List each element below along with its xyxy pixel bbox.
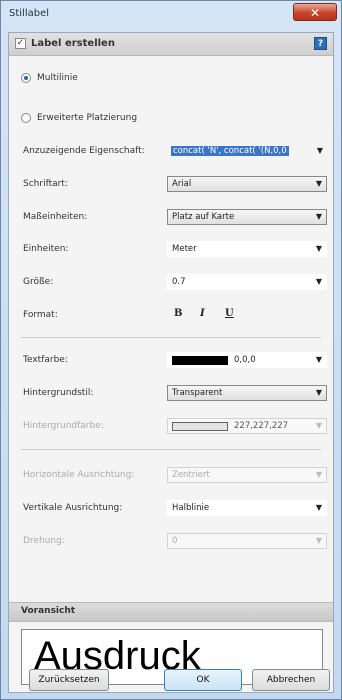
h-align-label: Horizontale Ausrichtung: — [23, 470, 135, 480]
radio-multiline-label[interactable]: Multilinie — [37, 73, 78, 83]
text-color-swatch — [172, 356, 228, 365]
chevron-down-icon: ▼ — [315, 503, 322, 512]
italic-button[interactable]: I — [200, 308, 205, 319]
font-select[interactable]: Arial ▼ — [167, 176, 327, 192]
property-value: concat( 'N', concat( '(N,0,0 — [171, 146, 289, 156]
bg-style-label: Hintergrundstil: — [23, 388, 94, 398]
divider — [21, 337, 321, 338]
bold-button[interactable]: B — [174, 308, 182, 319]
rotation-value: 0 — [172, 536, 178, 546]
chevron-down-icon: ▼ — [315, 212, 322, 221]
ok-button[interactable]: OK — [164, 669, 242, 691]
h-align-select[interactable]: Zentriert ▼ — [167, 467, 327, 483]
text-color-select[interactable]: 0,0,0 ▼ — [167, 352, 327, 368]
dialog-window: Stillabel ✕ ✓ Label erstellen ? Multilin… — [0, 0, 342, 700]
bg-style-value: Transparent — [172, 388, 223, 398]
bg-color-label: Hintergrundfarbe: — [23, 421, 104, 431]
v-align-label: Vertikale Ausrichtung: — [23, 503, 123, 513]
rotation-label: Drehung: — [23, 536, 65, 546]
bg-color-value: 227,227,227 — [234, 421, 289, 431]
unit-value: Meter — [172, 244, 197, 254]
unit-select[interactable]: Meter ▼ — [167, 241, 327, 257]
units-measure-label: Maßeinheiten: — [23, 212, 88, 222]
chevron-down-icon: ▼ — [315, 388, 322, 397]
unit-label: Einheiten: — [23, 244, 69, 254]
help-icon[interactable]: ? — [314, 37, 327, 50]
divider — [21, 449, 321, 450]
create-label-checkbox[interactable]: ✓ — [15, 38, 26, 49]
property-select[interactable]: concat( 'N', concat( '(N,0,0 ▼ — [167, 144, 327, 160]
size-input[interactable]: 0.7 ▼ — [167, 274, 327, 290]
text-color-value: 0,0,0 — [234, 355, 256, 365]
font-value: Arial — [172, 179, 192, 189]
preview-title: Voransicht — [21, 606, 76, 616]
chevron-down-icon: ▼ — [315, 244, 322, 253]
preview-header: Voransicht — [9, 602, 333, 622]
underline-button[interactable]: U — [225, 308, 234, 319]
units-measure-select[interactable]: Platz auf Karte ▼ — [167, 209, 327, 225]
font-label: Schriftart: — [23, 179, 68, 189]
format-label: Format: — [23, 310, 58, 320]
rotation-select[interactable]: 0 ▼ — [167, 533, 327, 549]
chevron-down-icon: ▼ — [315, 470, 322, 479]
close-button[interactable]: ✕ — [293, 3, 337, 21]
chevron-down-icon: ▼ — [316, 146, 323, 155]
chevron-down-icon: ▼ — [315, 179, 322, 188]
reset-button[interactable]: Zurücksetzen — [29, 669, 109, 691]
radio-multiline[interactable] — [21, 73, 31, 83]
h-align-value: Zentriert — [172, 470, 210, 480]
v-align-select[interactable]: Halblinie ▼ — [167, 500, 327, 516]
text-color-label: Textfarbe: — [23, 355, 68, 365]
units-measure-value: Platz auf Karte — [172, 212, 235, 222]
v-align-value: Halblinie — [172, 503, 210, 513]
chevron-down-icon: ▼ — [315, 355, 322, 364]
chevron-down-icon: ▼ — [315, 421, 322, 430]
create-label-title: Label erstellen — [31, 38, 115, 49]
dialog-content: ✓ Label erstellen ? Multilinie Erweitert… — [8, 32, 334, 693]
size-value: 0.7 — [172, 277, 186, 287]
cancel-button[interactable]: Abbrechen — [252, 669, 330, 691]
chevron-down-icon: ▼ — [315, 277, 322, 286]
window-title: Stillabel — [9, 8, 50, 19]
bg-style-select[interactable]: Transparent ▼ — [167, 385, 327, 401]
label-group-header: ✓ Label erstellen ? — [9, 33, 333, 56]
radio-extended-placement[interactable] — [21, 113, 31, 123]
bg-color-swatch — [172, 422, 228, 431]
chevron-down-icon: ▼ — [315, 536, 322, 545]
property-label: Anzuzeigende Eigenschaft: — [23, 146, 145, 156]
bg-color-select[interactable]: 227,227,227 ▼ — [167, 418, 327, 434]
title-bar[interactable]: Stillabel ✕ — [1, 1, 341, 27]
size-label: Größe: — [23, 277, 54, 287]
radio-extended-label[interactable]: Erweiterte Platzierung — [37, 113, 137, 123]
